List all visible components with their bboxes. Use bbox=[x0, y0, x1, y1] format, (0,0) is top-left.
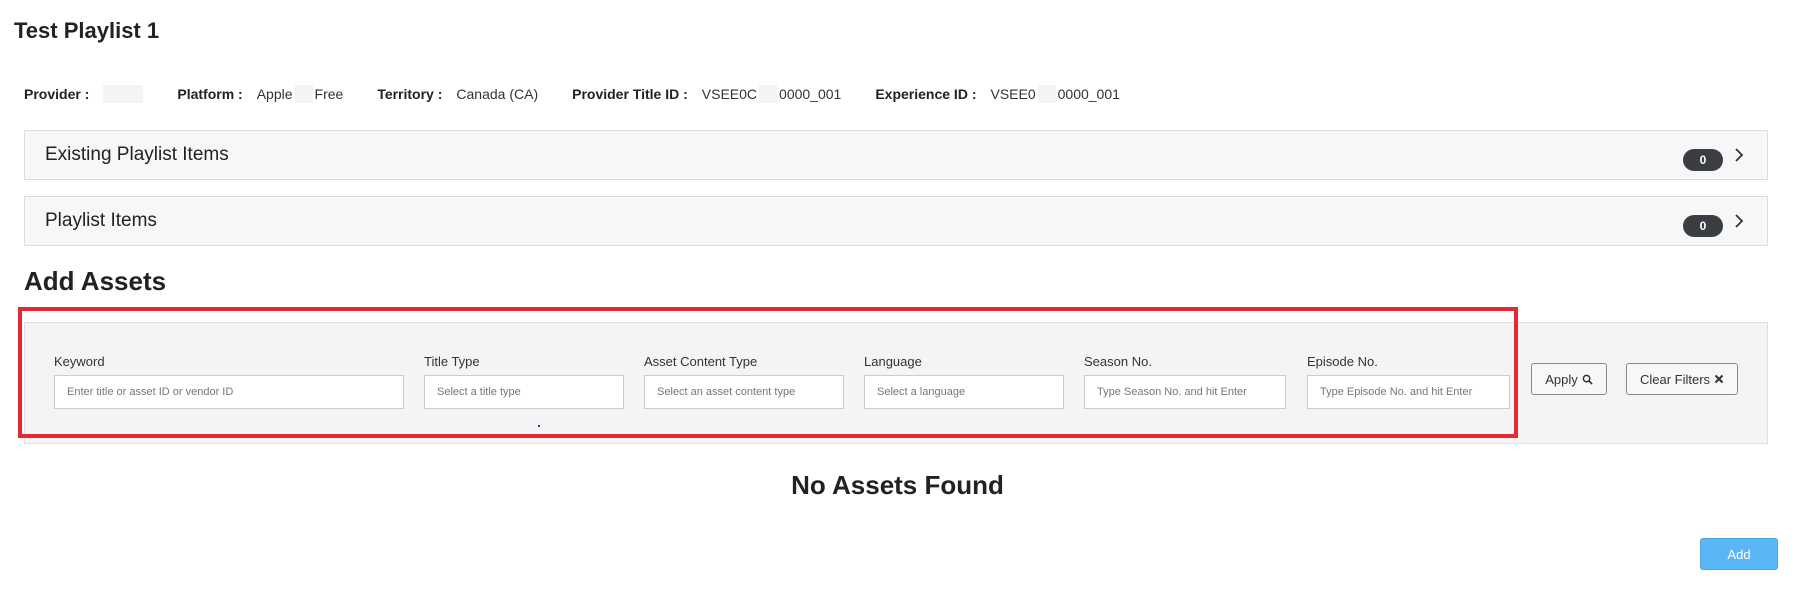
existing-playlist-items-accordion[interactable]: Existing Playlist Items 0 bbox=[24, 130, 1768, 180]
no-assets-message: No Assets Found bbox=[791, 470, 1004, 500]
apply-label: Apply bbox=[1545, 371, 1578, 387]
platform-value-b: Free bbox=[314, 86, 344, 102]
experience-id-prefix: VSEE0 bbox=[990, 86, 1036, 102]
provider-label: Provider : bbox=[24, 86, 90, 102]
platform-meta: Platform : Apple Free bbox=[177, 85, 343, 103]
provider-title-id-redacted bbox=[759, 85, 778, 103]
apply-button[interactable]: Apply bbox=[1531, 363, 1607, 395]
clear-filters-button[interactable]: Clear Filters bbox=[1626, 363, 1738, 395]
provider-title-id-prefix: VSEE0C bbox=[701, 86, 758, 102]
provider-meta: Provider : bbox=[24, 85, 144, 103]
add-button[interactable]: Add bbox=[1700, 538, 1778, 570]
chevron-right-icon[interactable] bbox=[1729, 211, 1749, 231]
playlist-meta: Provider : Platform : Apple Free Territo… bbox=[24, 84, 1154, 104]
platform-value-a: Apple bbox=[256, 86, 293, 102]
provider-title-id-meta: Provider Title ID : VSEE0C 0000_001 bbox=[572, 85, 841, 103]
platform-value-redacted bbox=[294, 85, 313, 103]
clear-filters-label: Clear Filters bbox=[1639, 371, 1711, 387]
platform-label: Platform : bbox=[177, 86, 243, 102]
filters-highlight-box bbox=[18, 307, 1518, 438]
page-title: Test Playlist 1 bbox=[14, 18, 160, 43]
experience-id-suffix: 0000_001 bbox=[1057, 86, 1120, 102]
experience-id-redacted bbox=[1037, 85, 1056, 103]
territory-value: Canada (CA) bbox=[456, 86, 539, 102]
playlist-items-title: Playlist Items bbox=[45, 210, 157, 231]
loading-dot bbox=[538, 425, 540, 427]
playlist-items-count-badge: 0 bbox=[1683, 215, 1723, 237]
territory-label: Territory : bbox=[377, 86, 443, 102]
search-icon bbox=[1582, 374, 1593, 385]
chevron-right-icon[interactable] bbox=[1729, 145, 1749, 165]
existing-playlist-items-count-badge: 0 bbox=[1683, 149, 1723, 171]
experience-id-meta: Experience ID : VSEE0 0000_001 bbox=[875, 85, 1120, 103]
times-icon bbox=[1714, 374, 1724, 384]
existing-playlist-items-title: Existing Playlist Items bbox=[45, 144, 229, 165]
experience-id-label: Experience ID : bbox=[875, 86, 977, 102]
provider-title-id-suffix: 0000_001 bbox=[779, 86, 842, 102]
add-assets-title: Add Assets bbox=[24, 266, 167, 296]
provider-value-redacted bbox=[103, 85, 144, 103]
provider-title-id-label: Provider Title ID : bbox=[572, 86, 688, 102]
territory-meta: Territory : Canada (CA) bbox=[377, 86, 538, 102]
playlist-items-accordion[interactable]: Playlist Items 0 bbox=[24, 196, 1768, 246]
